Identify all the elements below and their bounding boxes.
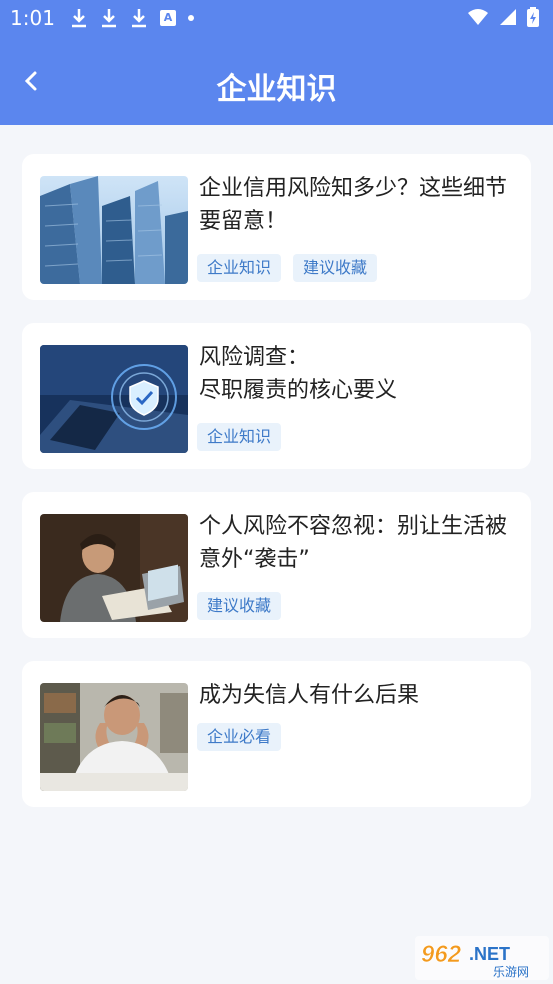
page-title: 企业知识	[216, 72, 337, 107]
article-card[interactable]: 个人风险不容忽视：别让生活被意外“袭击” 建议收藏	[22, 492, 531, 638]
watermark-logo: 962 .NET 乐游网	[415, 936, 549, 980]
svg-text:乐游网: 乐游网	[493, 965, 529, 979]
article-card[interactable]: 成为失信人有什么后果 企业必看	[22, 661, 531, 807]
dot-icon	[188, 15, 194, 21]
status-time: 1:01	[10, 6, 55, 30]
system-icons	[467, 7, 539, 27]
notification-icons: A	[70, 8, 194, 28]
download-icon	[72, 9, 86, 28]
status-bar: 1:01 A	[0, 0, 553, 37]
article-card[interactable]: 风险调查： 尽职履责的核心要义 企业知识	[22, 323, 531, 469]
svg-text:.NET: .NET	[469, 944, 510, 964]
svg-text:962: 962	[421, 941, 462, 968]
a-badge-icon: A	[160, 10, 176, 26]
article-title: 个人风险不容忽视：别让生活被意外“袭击”	[199, 514, 508, 572]
tag-list: 企业知识 建议收藏	[197, 254, 378, 282]
article-card[interactable]: 企业信用风险知多少？这些细节要留意！ 企业知识 建议收藏	[22, 154, 531, 300]
wifi-icon	[468, 9, 488, 25]
man-on-phone-photo	[40, 514, 188, 622]
article-tag[interactable]: 企业知识	[197, 423, 282, 451]
article-title: 成为失信人有什么后果	[199, 683, 420, 708]
article-tag[interactable]: 企业必看	[197, 723, 282, 751]
article-tag[interactable]: 企业知识	[197, 254, 282, 282]
skyscraper-photo	[40, 176, 188, 284]
signal-icon	[500, 9, 516, 25]
tag-list: 企业知识	[197, 423, 282, 451]
tag-list: 建议收藏	[197, 592, 282, 620]
download-icon	[102, 9, 116, 28]
article-tag[interactable]: 建议收藏	[197, 592, 282, 620]
app-header: 企业知识	[0, 37, 553, 125]
shield-laptop-photo	[40, 345, 188, 453]
tag-list: 企业必看	[197, 723, 282, 751]
article-title: 企业信用风险知多少？这些细节要留意！	[199, 176, 508, 234]
stressed-man-photo	[40, 683, 188, 791]
article-title: 风险调查： 尽职履责的核心要义	[199, 345, 398, 403]
article-tag[interactable]: 建议收藏	[293, 254, 378, 282]
download-icon	[132, 9, 146, 28]
battery-charging-icon	[527, 7, 539, 27]
